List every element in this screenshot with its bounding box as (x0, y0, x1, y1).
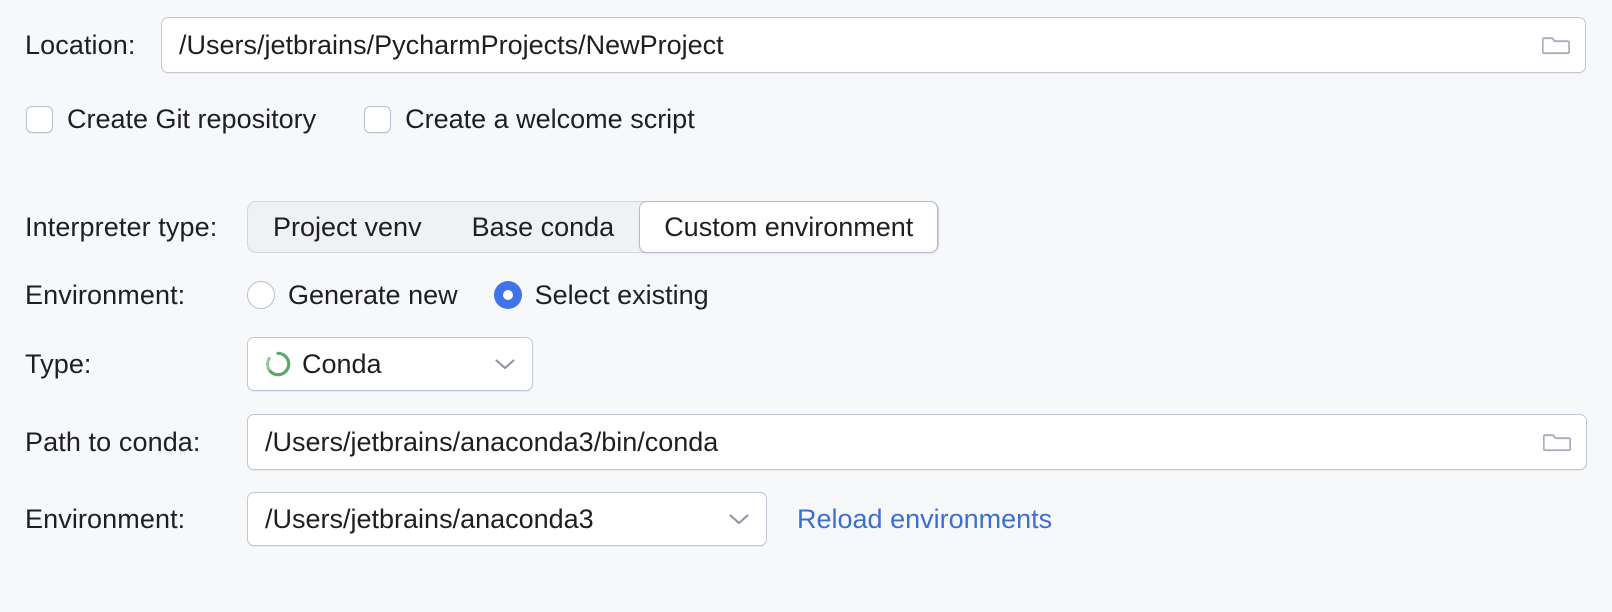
type-row: Type: Conda (25, 337, 533, 391)
environment-dropdown[interactable]: /Users/jetbrains/anaconda3 (247, 492, 767, 546)
create-welcome-script-label: Create a welcome script (405, 103, 695, 134)
location-value: /Users/jetbrains/PycharmProjects/NewProj… (179, 29, 724, 60)
radio-label-select-existing: Select existing (534, 279, 709, 310)
checkbox-box-git[interactable] (26, 105, 53, 133)
interpreter-type-row: Interpreter type: Project venv Base cond… (25, 200, 940, 254)
new-project-interpreter-panel: Location: /Users/jetbrains/PycharmProjec… (0, 0, 1612, 612)
type-dropdown[interactable]: Conda (247, 337, 533, 391)
radio-label-generate-new: Generate new (288, 279, 458, 310)
create-git-repository-checkbox[interactable]: Create Git repository (26, 104, 316, 135)
segment-base-conda[interactable]: Base conda (447, 201, 640, 254)
chevron-down-icon-environment[interactable] (728, 512, 750, 526)
path-to-conda-input[interactable]: /Users/jetbrains/anaconda3/bin/conda (247, 414, 1587, 470)
location-browse-button[interactable] (1541, 32, 1571, 58)
chevron-down-icon-type[interactable] (494, 357, 516, 371)
location-input[interactable]: /Users/jetbrains/PycharmProjects/NewProj… (161, 17, 1586, 73)
radio-select-existing[interactable]: Select existing (493, 279, 709, 311)
segment-custom-environment[interactable]: Custom environment (639, 200, 939, 254)
location-label: Location: (25, 29, 136, 60)
conda-icon (264, 350, 292, 378)
environment-select-row: Environment: /Users/jetbrains/anaconda3 … (25, 492, 1052, 546)
environment-mode-label: Environment: (25, 279, 186, 310)
folder-icon (1542, 37, 1570, 55)
environment-mode-row: Environment: Generate new Select existin… (25, 280, 709, 310)
radio-circle-generate-new[interactable] (247, 281, 275, 309)
environment-value: /Users/jetbrains/anaconda3 (265, 503, 594, 534)
path-to-conda-label: Path to conda: (25, 426, 201, 457)
interpreter-type-label: Interpreter type: (25, 211, 218, 242)
path-to-conda-browse-button[interactable] (1542, 429, 1572, 455)
environment-select-label: Environment: (25, 503, 186, 534)
path-to-conda-value: /Users/jetbrains/anaconda3/bin/conda (265, 426, 719, 457)
type-value: Conda (302, 348, 382, 379)
segment-project-venv[interactable]: Project venv (248, 201, 447, 254)
checkbox-box-welcome-script[interactable] (364, 105, 392, 133)
type-label: Type: (25, 348, 92, 379)
location-row: Location: /Users/jetbrains/PycharmProjec… (25, 17, 1587, 73)
folder-icon (1543, 434, 1571, 452)
create-git-repository-label: Create Git repository (67, 103, 317, 134)
reload-environments-link[interactable]: Reload environments (797, 504, 1052, 535)
project-options-row: Create Git repository Create a welcome s… (26, 104, 695, 134)
path-to-conda-row: Path to conda: /Users/jetbrains/anaconda… (25, 414, 1587, 470)
radio-circle-select-existing[interactable] (493, 281, 522, 309)
create-welcome-script-checkbox[interactable]: Create a welcome script (364, 104, 695, 135)
interpreter-type-segmented-control[interactable]: Project venv Base conda Custom environme… (247, 200, 940, 254)
radio-generate-new[interactable]: Generate new (247, 280, 458, 311)
